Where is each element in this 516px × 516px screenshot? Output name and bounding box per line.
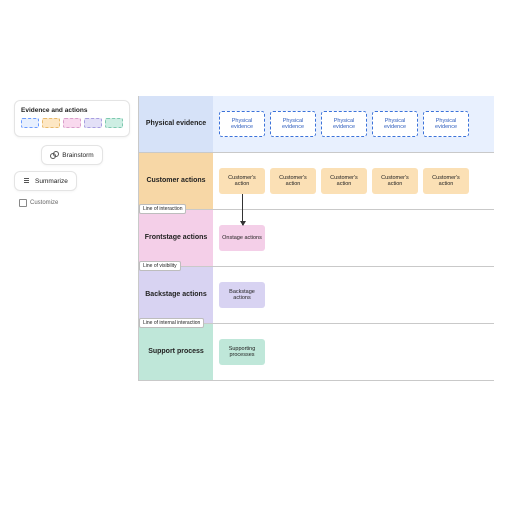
- row-label-evidence: Physical evidence: [139, 96, 213, 152]
- row-backstage: Backstage actionsBackstage actionsLine o…: [139, 267, 494, 324]
- canvas: Evidence and actions Brainstorm Summariz…: [0, 0, 516, 516]
- brainstorm-icon: [50, 151, 58, 159]
- row-label-backstage: Backstage actions: [139, 267, 213, 323]
- service-blueprint[interactable]: Physical evidencePhysical evidencePhysic…: [138, 96, 494, 381]
- evidence-card[interactable]: Physical evidence: [321, 111, 367, 137]
- swatch-support[interactable]: [105, 118, 123, 128]
- row-customer: Customer actionsCustomer's actionCustome…: [139, 153, 494, 210]
- row-label-support: Support process: [139, 324, 213, 380]
- divider-frontstage: Line of visibility: [139, 261, 181, 271]
- evidence-card[interactable]: Physical evidence: [423, 111, 469, 137]
- customize-label: Customize: [30, 200, 58, 206]
- swatch-frontstage[interactable]: [63, 118, 81, 128]
- swatch-evidence[interactable]: [21, 118, 39, 128]
- evidence-card[interactable]: Physical evidence: [219, 111, 265, 137]
- summarize-button[interactable]: Summarize: [14, 171, 77, 191]
- palette-title: Evidence and actions: [21, 107, 123, 114]
- row-body-evidence[interactable]: Physical evidencePhysical evidencePhysic…: [213, 96, 494, 152]
- row-evidence: Physical evidencePhysical evidencePhysic…: [139, 96, 494, 153]
- brainstorm-button[interactable]: Brainstorm: [41, 145, 102, 165]
- palette-swatches: [21, 118, 123, 128]
- divider-backstage: Line of internal interaction: [139, 318, 204, 328]
- frontstage-card[interactable]: Onstage actions: [219, 225, 265, 251]
- customer-card[interactable]: Customer's action: [321, 168, 367, 194]
- row-body-frontstage[interactable]: Onstage actions: [213, 210, 494, 266]
- brainstorm-label: Brainstorm: [62, 152, 93, 159]
- customer-card[interactable]: Customer's action: [372, 168, 418, 194]
- customize-button[interactable]: Customize: [14, 197, 62, 209]
- customer-card[interactable]: Customer's action: [219, 168, 265, 194]
- row-frontstage: Frontstage actionsOnstage actionsLine of…: [139, 210, 494, 267]
- connector-arrow: [242, 194, 243, 225]
- row-support: Support processSupporting processes: [139, 324, 494, 381]
- swatch-backstage[interactable]: [84, 118, 102, 128]
- row-label-customer: Customer actions: [139, 153, 213, 209]
- summarize-label: Summarize: [35, 178, 68, 185]
- summarize-icon: [23, 177, 31, 185]
- customize-icon: [18, 199, 26, 207]
- divider-customer: Line of interaction: [139, 204, 186, 214]
- side-panel: Evidence and actions Brainstorm Summariz…: [14, 100, 130, 215]
- row-label-frontstage: Frontstage actions: [139, 210, 213, 266]
- palette-card: Evidence and actions: [14, 100, 130, 137]
- support-card[interactable]: Supporting processes: [219, 339, 265, 365]
- row-body-customer[interactable]: Customer's actionCustomer's actionCustom…: [213, 153, 494, 209]
- swatch-customer[interactable]: [42, 118, 60, 128]
- evidence-card[interactable]: Physical evidence: [372, 111, 418, 137]
- customer-card[interactable]: Customer's action: [270, 168, 316, 194]
- row-body-backstage[interactable]: Backstage actions: [213, 267, 494, 323]
- backstage-card[interactable]: Backstage actions: [219, 282, 265, 308]
- evidence-card[interactable]: Physical evidence: [270, 111, 316, 137]
- customer-card[interactable]: Customer's action: [423, 168, 469, 194]
- row-body-support[interactable]: Supporting processes: [213, 324, 494, 380]
